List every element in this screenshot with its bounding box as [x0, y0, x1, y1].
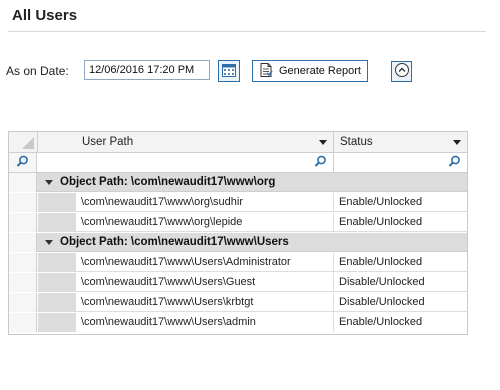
row-header[interactable] — [9, 193, 37, 212]
calendar-icon — [221, 62, 237, 81]
column-header-user-path-label: User Path — [82, 136, 134, 148]
filter-row-header[interactable] — [9, 153, 37, 172]
collapse-button[interactable] — [391, 61, 412, 82]
search-icon — [448, 155, 461, 171]
chevron-down-icon[interactable] — [453, 140, 461, 145]
generate-report-label: Generate Report — [279, 65, 361, 77]
grid-header: User Path Status — [9, 132, 467, 153]
users-grid: User Path Status Object Path: \com\newau… — [8, 131, 468, 335]
collapse-group-icon[interactable] — [45, 180, 53, 185]
row-header[interactable] — [9, 293, 37, 312]
column-header-user-path[interactable]: User Path — [38, 132, 334, 152]
row-header[interactable] — [9, 173, 37, 192]
search-icon — [16, 155, 29, 171]
user-path-cell[interactable]: \com\newaudit17\www\org\sudhir — [76, 193, 334, 212]
calendar-button[interactable] — [218, 60, 240, 82]
row-header[interactable] — [9, 273, 37, 292]
column-header-status-label: Status — [340, 136, 373, 148]
chevron-up-icon — [394, 62, 410, 81]
row-header[interactable] — [9, 313, 37, 332]
search-icon — [314, 155, 327, 171]
user-path-cell[interactable]: \com\newaudit17\www\Users\admin — [76, 313, 334, 332]
collapse-group-icon[interactable] — [45, 240, 53, 245]
row-header[interactable] — [9, 253, 37, 272]
row-header[interactable] — [9, 233, 37, 252]
group-row[interactable]: Object Path: \com\newaudit17\www\Users — [9, 233, 467, 252]
user-path-filter[interactable] — [38, 153, 334, 172]
table-row[interactable]: \com\newaudit17\www\Users\Guest Disable/… — [9, 273, 467, 292]
user-path-cell[interactable]: \com\newaudit17\www\Users\Guest — [76, 273, 334, 292]
status-cell[interactable]: Enable/Unlocked — [335, 313, 467, 332]
group-label: Object Path: \com\newaudit17\www\Users — [60, 236, 289, 248]
status-cell[interactable]: Disable/Unlocked — [335, 293, 467, 312]
generate-report-button[interactable]: Generate Report — [252, 60, 368, 82]
status-cell[interactable]: Enable/Unlocked — [335, 253, 467, 272]
user-path-cell[interactable]: \com\newaudit17\www\Users\Administrator — [76, 253, 334, 272]
status-cell[interactable]: Disable/Unlocked — [335, 273, 467, 292]
select-all-corner[interactable] — [9, 132, 38, 152]
table-row[interactable]: \com\newaudit17\www\org\lepide Enable/Un… — [9, 213, 467, 232]
date-label: As on Date: — [6, 64, 69, 78]
user-path-cell[interactable]: \com\newaudit17\www\org\lepide — [76, 213, 334, 232]
group-row[interactable]: Object Path: \com\newaudit17\www\org — [9, 173, 467, 192]
user-path-cell[interactable]: \com\newaudit17\www\Users\krbtgt — [76, 293, 334, 312]
page-title: All Users — [12, 7, 78, 24]
chevron-down-icon[interactable] — [319, 140, 327, 145]
table-row[interactable]: \com\newaudit17\www\org\sudhir Enable/Un… — [9, 193, 467, 212]
status-cell[interactable]: Enable/Unlocked — [335, 193, 467, 212]
status-filter[interactable] — [335, 153, 467, 172]
date-input[interactable] — [84, 60, 210, 80]
table-row[interactable]: \com\newaudit17\www\Users\Administrator … — [9, 253, 467, 272]
group-label: Object Path: \com\newaudit17\www\org — [60, 176, 276, 188]
title-divider — [8, 31, 486, 32]
filter-row — [9, 153, 467, 173]
table-row[interactable]: \com\newaudit17\www\Users\krbtgt Disable… — [9, 293, 467, 312]
column-header-status[interactable]: Status — [335, 132, 467, 152]
status-cell[interactable]: Enable/Unlocked — [335, 213, 467, 232]
table-row[interactable]: \com\newaudit17\www\Users\admin Enable/U… — [9, 313, 467, 332]
report-icon — [258, 62, 274, 81]
row-header[interactable] — [9, 213, 37, 232]
